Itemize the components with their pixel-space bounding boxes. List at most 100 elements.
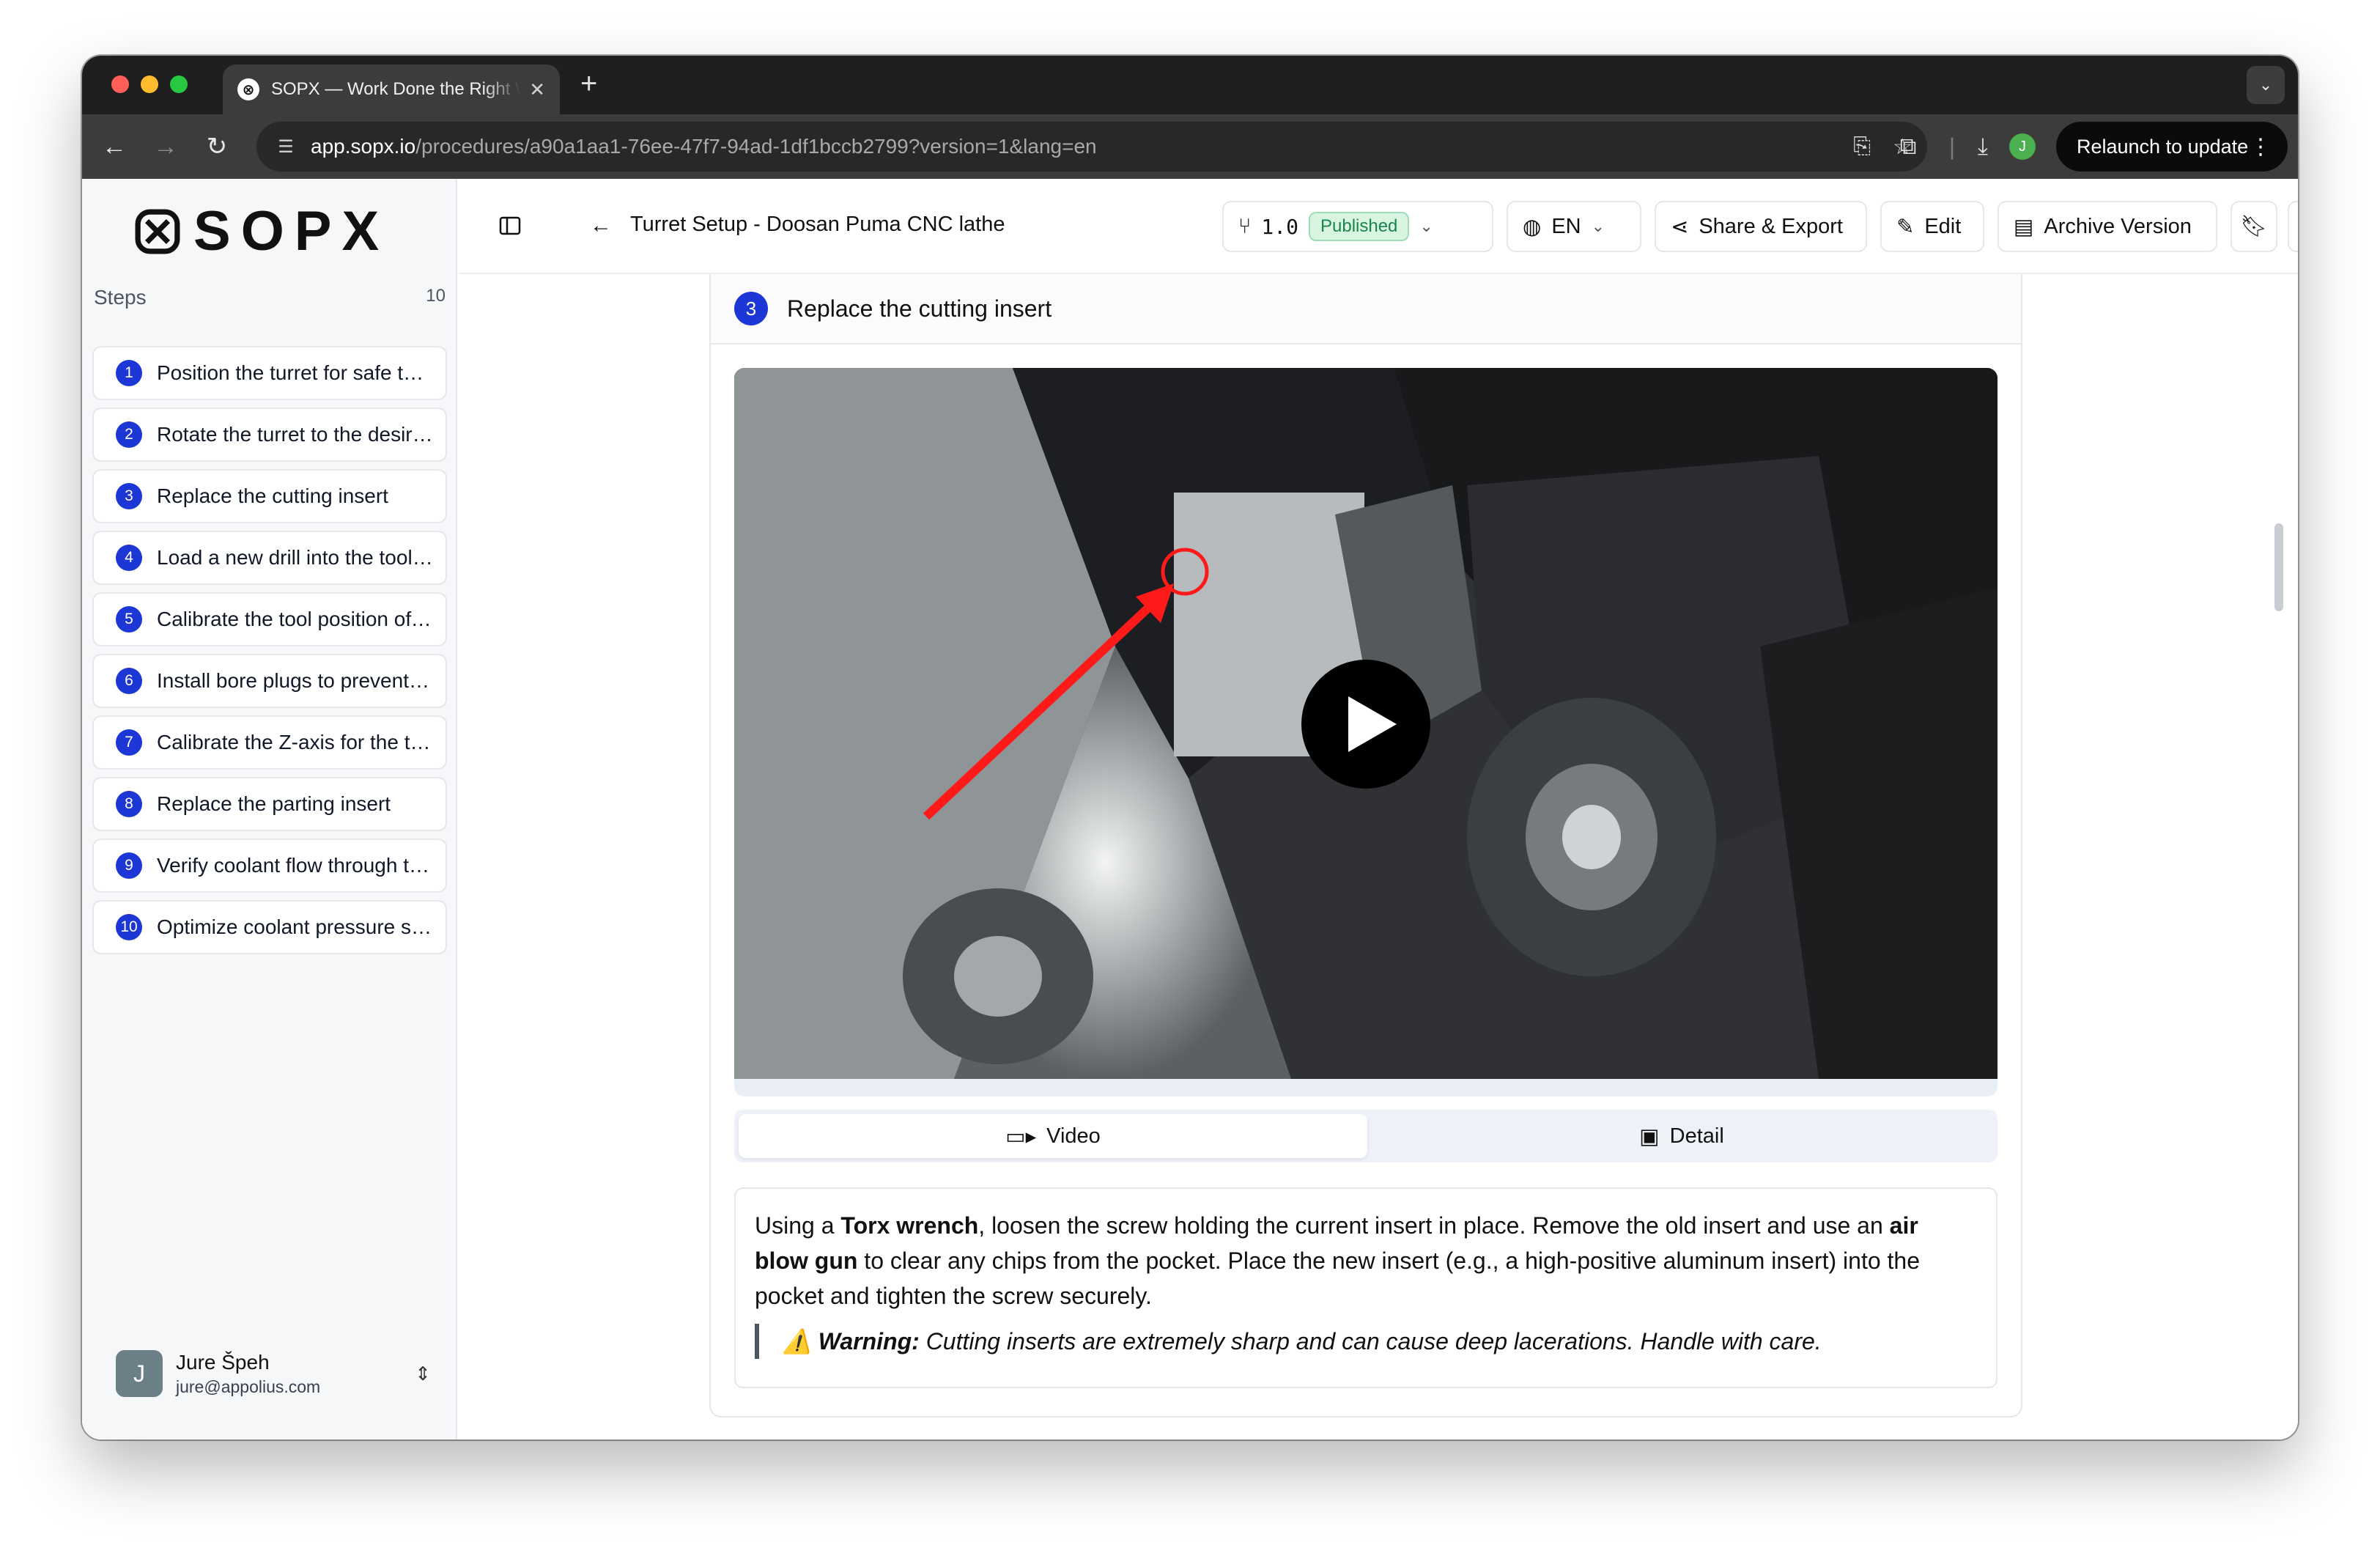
browser-menu-icon[interactable]: ⋮ xyxy=(2250,134,2272,160)
chevron-up-down-icon[interactable]: ⇕ xyxy=(415,1363,431,1385)
procedure-header: ← Turret Setup - Doosan Puma CNC lathe ⑂… xyxy=(459,179,2298,274)
image-icon: ▣ xyxy=(1639,1124,1660,1149)
step-item-5[interactable]: 5 Calibrate the tool position offset xyxy=(92,592,447,646)
step-item-9[interactable]: 9 Verify coolant flow through the tool xyxy=(92,838,447,893)
step-label: Optimize coolant pressure settings xyxy=(157,915,434,938)
media-tabs: ▭▸ Video ▣ Detail xyxy=(734,1110,1998,1162)
sidebar-toggle-icon[interactable] xyxy=(494,210,526,242)
tab-video[interactable]: ▭▸ Video xyxy=(739,1114,1367,1158)
step-label: Replace the parting insert xyxy=(157,792,391,815)
warning-label: Warning: xyxy=(818,1328,920,1354)
sopx-logo-icon xyxy=(135,209,180,254)
globe-icon: ◍ xyxy=(1523,215,1542,239)
step-list: 1 Position the turret for safe tool acces… xyxy=(92,346,447,962)
user-menu[interactable]: J Jure Špeh jure@appolius.com ⇕ xyxy=(116,1347,431,1400)
step-number-badge: 3 xyxy=(116,483,142,509)
relaunch-label: Relaunch to update xyxy=(2077,135,2249,158)
step-item-8[interactable]: 8 Replace the parting insert xyxy=(92,777,447,831)
archive-version-button[interactable]: ▤ Archive Version xyxy=(1998,201,2217,252)
reload-icon[interactable]: ↻ xyxy=(199,129,234,164)
step-number-badge: 2 xyxy=(116,421,142,448)
step-item-6[interactable]: 6 Install bore plugs to prevent coolant l… xyxy=(92,654,447,708)
tab-video-label: Video xyxy=(1046,1124,1101,1148)
maximize-window-button[interactable] xyxy=(170,75,188,93)
step-label: Rotate the turret to the desired station xyxy=(157,423,434,446)
extensions-icon[interactable]: ⧉ xyxy=(1892,130,1924,163)
browser-toolbar: ← → ↻ ☰ app.sopx.io/procedures/a90a1aa1-… xyxy=(82,114,2298,179)
step-item-3[interactable]: 3 Replace the cutting insert xyxy=(92,469,447,523)
instruction-text-part: to clear any chips from the pocket. Plac… xyxy=(755,1247,1920,1309)
relaunch-button[interactable]: Relaunch to update ⋮ xyxy=(2056,122,2288,172)
language-selector[interactable]: ◍ EN ⌄ xyxy=(1507,201,1641,252)
install-app-icon[interactable]: ⎘ xyxy=(1853,134,1871,160)
status-badge: Published xyxy=(1308,212,1410,241)
edit-label: Edit xyxy=(1924,214,1962,238)
step-card-header: 3 Replace the cutting insert xyxy=(711,274,2021,344)
step-title: Replace the cutting insert xyxy=(787,295,1052,322)
step-label: Position the turret for safe tool access xyxy=(157,361,434,384)
download-icon[interactable]: ⤓ xyxy=(1967,130,1999,163)
forward-arrow-icon[interactable]: → xyxy=(148,129,183,164)
user-email: jure@appolius.com xyxy=(176,1376,321,1396)
tab-detail-label: Detail xyxy=(1669,1124,1724,1148)
step-item-1[interactable]: 1 Position the turret for safe tool acces… xyxy=(92,346,447,400)
step-item-2[interactable]: 2 Rotate the turret to the desired statio… xyxy=(92,408,447,462)
git-branch-icon: ⑂ xyxy=(1238,214,1252,238)
procedure-title: Turret Setup - Doosan Puma CNC lathe xyxy=(630,213,1005,236)
step-number-badge: 4 xyxy=(116,545,142,571)
edit-button[interactable]: ✎ Edit xyxy=(1880,201,1984,252)
pencil-icon: ✎ xyxy=(1896,215,1915,239)
play-icon[interactable] xyxy=(1300,658,1432,790)
chevron-down-icon: ⌄ xyxy=(1419,217,1433,235)
step-number-badge: 6 xyxy=(116,668,142,694)
step-number-badge: 10 xyxy=(116,914,142,940)
close-window-button[interactable] xyxy=(111,75,129,93)
tab-search-chevron-icon[interactable]: ⌄ xyxy=(2247,66,2285,104)
step-number-badge: 5 xyxy=(116,606,142,633)
video-player[interactable] xyxy=(734,368,1998,1096)
back-arrow-icon[interactable]: ← xyxy=(97,129,132,164)
app-content: SOPX Steps 10 1 Position the turret for s… xyxy=(82,179,2298,1440)
language-code: EN xyxy=(1551,214,1581,238)
sopx-logo[interactable]: SOPX xyxy=(135,199,389,263)
new-tab-icon[interactable]: + xyxy=(580,69,597,98)
address-bar[interactable]: ☰ app.sopx.io/procedures/a90a1aa1-76ee-4… xyxy=(256,122,1927,172)
sidebar: SOPX Steps 10 1 Position the turret for s… xyxy=(82,179,457,1440)
bookmark-button[interactable]: 🔖︎ xyxy=(2231,201,2277,252)
step-label: Replace the cutting insert xyxy=(157,484,388,507)
share-icon: ⋖ xyxy=(1671,215,1689,239)
site-settings-icon[interactable]: ☰ xyxy=(271,132,300,161)
step-number-badge: 7 xyxy=(116,729,142,756)
back-arrow-icon[interactable]: ← xyxy=(585,210,617,242)
profile-avatar[interactable]: J xyxy=(2009,133,2036,160)
step-description: Using a Torx wrench, loosen the screw ho… xyxy=(734,1187,1998,1388)
logo-text: SOPX xyxy=(193,200,390,262)
close-tab-icon[interactable]: ✕ xyxy=(529,78,545,101)
scrollbar-thumb[interactable] xyxy=(2274,523,2283,611)
tab-title: SOPX — Work Done the Right Way xyxy=(271,79,520,99)
share-export-button[interactable]: ⋖ Share & Export xyxy=(1655,201,1867,252)
minimize-window-button[interactable] xyxy=(141,75,158,93)
step-item-4[interactable]: 4 Load a new drill into the tool holder xyxy=(92,531,447,585)
warning-text: Cutting inserts are extremely sharp and … xyxy=(919,1328,1822,1354)
browser-tab[interactable]: ⊗ SOPX — Work Done the Right Way ✕ xyxy=(223,64,560,114)
archive-version-label: Archive Version xyxy=(2044,214,2192,238)
step-item-7[interactable]: 7 Calibrate the Z-axis for the tool xyxy=(92,715,447,770)
steps-header: Steps 10 xyxy=(94,286,446,309)
step-item-10[interactable]: 10 Optimize coolant pressure settings xyxy=(92,900,447,954)
video-camera-icon: ▭▸ xyxy=(1005,1124,1037,1149)
version-number: 1.0 xyxy=(1261,214,1298,239)
more-options-button[interactable]: ⋯ xyxy=(2288,201,2298,252)
url-path: /procedures/a90a1aa1-76ee-47f7-94ad-1df1… xyxy=(415,135,1097,158)
version-selector[interactable]: ⑂ 1.0 Published ⌄ xyxy=(1222,201,1493,252)
url-host: app.sopx.io xyxy=(311,135,416,158)
step-number-badge: 1 xyxy=(116,360,142,386)
instruction-text: Using a Torx wrench, loosen the screw ho… xyxy=(755,1208,1977,1313)
share-export-label: Share & Export xyxy=(1699,214,1843,238)
browser-window: ⊗ SOPX — Work Done the Right Way ✕ + ⌄ ←… xyxy=(82,56,2298,1440)
tab-detail[interactable]: ▣ Detail xyxy=(1367,1114,1996,1158)
step-number-badge: 3 xyxy=(734,292,768,325)
bookmark-icon: 🔖︎ xyxy=(2240,215,2268,238)
steps-label: Steps xyxy=(94,286,147,309)
step-number-badge: 9 xyxy=(116,852,142,879)
